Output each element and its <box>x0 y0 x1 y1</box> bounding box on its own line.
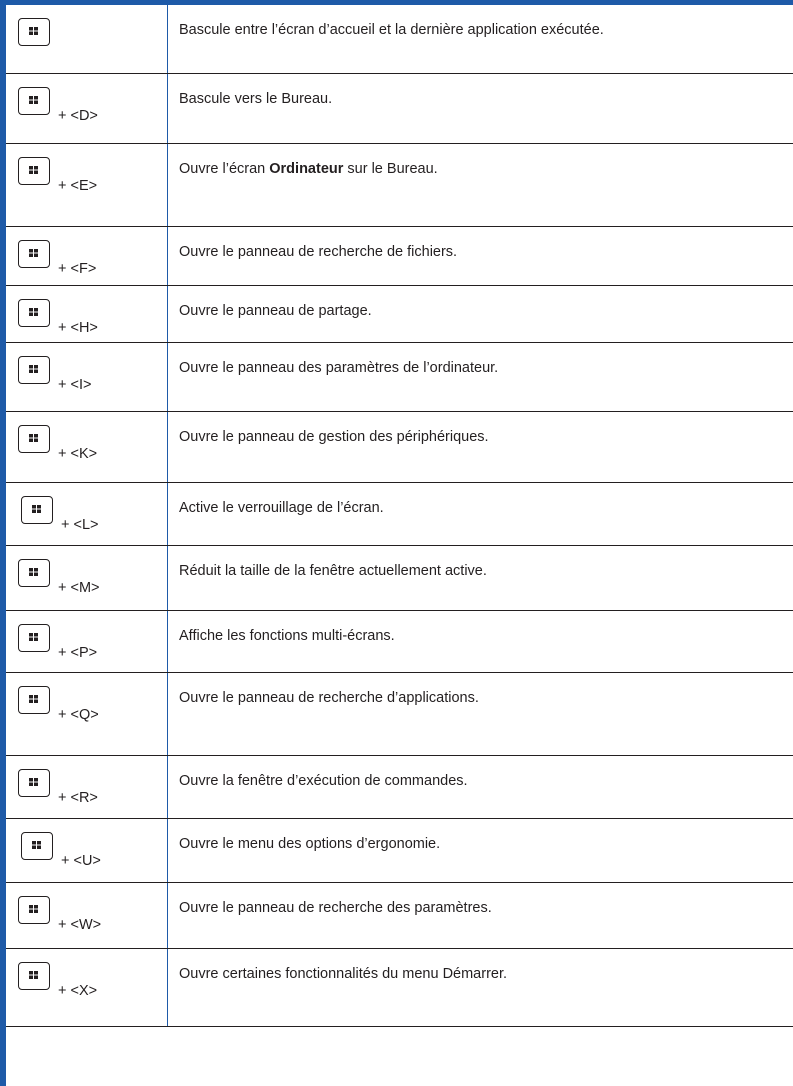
shortcut-description-text: Ouvre certaines fonctionnalités du menu … <box>179 965 508 982</box>
table-row: + <P> Affiche les fonctions multi-écrans… <box>6 610 793 673</box>
shortcut-description-text: Ouvre le panneau de recherche des paramè… <box>179 899 492 916</box>
shortcut-key-cell <box>6 5 168 74</box>
shortcut-description-text: Bascule entre l’écran d’accueil et la de… <box>179 22 604 38</box>
shortcut-description: Réduit la taille de la fenêtre actuellem… <box>167 545 793 611</box>
shortcut-key-cell: + <H> <box>6 285 168 343</box>
shortcut-description: Ouvre l’écran Ordinateur sur le Bureau. <box>167 143 793 227</box>
shortcut-description: Affiche les fonctions multi-écrans. <box>167 610 793 673</box>
shortcut-description: Ouvre certaines fonctionnalités du menu … <box>167 948 793 1027</box>
windows-key-icon <box>21 495 53 524</box>
shortcut-key-cell: + <F> <box>6 226 168 286</box>
windows-key-icon <box>18 558 50 587</box>
shortcut-key-label: + <D> <box>58 107 98 124</box>
shortcut-description-text: Active le verrouillage de l’écran. <box>179 499 384 516</box>
windows-key-icon <box>18 18 50 46</box>
shortcut-key-cell: + <Q> <box>6 672 168 756</box>
shortcut-description: Ouvre le panneau de recherche des paramè… <box>167 882 793 949</box>
shortcut-description-text: Ouvre le panneau de partage. <box>179 302 372 319</box>
shortcut-key-label: + <L> <box>61 516 99 533</box>
shortcut-key-cell: + <P> <box>6 610 168 673</box>
windows-key-icon <box>21 831 53 860</box>
windows-key-icon <box>18 355 50 384</box>
shortcut-key-label: + <W> <box>58 916 102 933</box>
table-row: + <H> Ouvre le panneau de partage. <box>6 285 793 343</box>
table-row: Bascule entre l’écran d’accueil et la de… <box>6 5 793 74</box>
windows-key-icon <box>18 86 50 115</box>
windows-key-icon <box>18 239 50 268</box>
table-row: + <Q> Ouvre le panneau de recherche d’ap… <box>6 672 793 756</box>
shortcut-description-text: Ouvre le panneau de gestion des périphér… <box>179 428 489 445</box>
table-row: + <W> Ouvre le panneau de recherche des … <box>6 882 793 949</box>
table-row: + <E> Ouvre l’écran Ordinateur sur le Bu… <box>6 143 793 227</box>
shortcut-description: Ouvre le panneau de recherche de fichier… <box>167 226 793 286</box>
shortcut-key-label: + <H> <box>58 319 98 336</box>
table-row: + <F> Ouvre le panneau de recherche de f… <box>6 226 793 286</box>
table-row: + <K> Ouvre le panneau de gestion des pé… <box>6 411 793 483</box>
shortcut-key-label: + <R> <box>58 789 98 806</box>
shortcut-key-label: + <Q> <box>58 706 99 723</box>
shortcut-key-cell: + <E> <box>6 143 168 227</box>
windows-key-icon <box>18 895 50 924</box>
shortcut-description-text: Réduit la taille de la fenêtre actuellem… <box>179 562 487 579</box>
shortcut-description-text: Ouvre le menu des options d’ergonomie. <box>179 835 441 852</box>
shortcut-description-text: Ouvre le panneau de recherche d’applicat… <box>179 689 479 706</box>
shortcut-table: Bascule entre l’écran d’accueil et la de… <box>6 5 793 1027</box>
shortcut-key-cell: + <R> <box>6 755 168 819</box>
shortcut-description-text: Ouvre le panneau des paramètres de l’ord… <box>179 359 499 376</box>
shortcut-description: Ouvre le panneau de recherche d’applicat… <box>167 672 793 756</box>
shortcut-key-label: + <P> <box>58 644 98 661</box>
shortcut-key-label: + <F> <box>58 260 97 277</box>
shortcut-description: Ouvre le panneau des paramètres de l’ord… <box>167 342 793 412</box>
table-row: + <I> Ouvre le panneau des paramètres de… <box>6 342 793 412</box>
description-part: Ouvre l’écran <box>179 160 270 177</box>
shortcut-description-text: Ouvre l’écran Ordinateur sur le Bureau. <box>179 161 438 177</box>
shortcut-key-cell: + <K> <box>6 411 168 483</box>
shortcut-description: Bascule entre l’écran d’accueil et la de… <box>167 5 793 74</box>
table-row: + <X> Ouvre certaines fonctionnalités du… <box>6 948 793 1027</box>
shortcut-description: Ouvre le panneau de partage. <box>167 285 793 343</box>
shortcut-description-text: Ouvre le panneau de recherche de fichier… <box>179 243 458 260</box>
shortcut-description: Ouvre le menu des options d’ergonomie. <box>167 818 793 883</box>
shortcut-key-label: + <M> <box>58 579 100 596</box>
shortcut-key-label: + <I> <box>58 376 92 393</box>
windows-key-icon <box>18 298 50 327</box>
shortcut-key-cell: + <U> <box>6 818 168 883</box>
windows-key-icon <box>18 623 50 652</box>
shortcut-key-cell: + <I> <box>6 342 168 412</box>
shortcut-key-label: + <E> <box>58 177 98 194</box>
windows-key-icon <box>18 424 50 453</box>
description-emphasis: Ordinateur <box>269 160 344 177</box>
shortcut-description-text: Ouvre la fenêtre d’exécution de commande… <box>179 772 468 789</box>
table-row: + <M> Réduit la taille de la fenêtre act… <box>6 545 793 611</box>
shortcut-description: Active le verrouillage de l’écran. <box>167 482 793 546</box>
table-row: + <D> Bascule vers le Bureau. <box>6 73 793 144</box>
shortcut-key-cell: + <M> <box>6 545 168 611</box>
shortcut-description: Ouvre la fenêtre d’exécution de commande… <box>167 755 793 819</box>
shortcut-key-cell: + <D> <box>6 73 168 144</box>
description-part: sur le Bureau. <box>343 160 438 177</box>
shortcut-description: Bascule vers le Bureau. <box>167 73 793 144</box>
windows-key-icon <box>18 768 50 797</box>
table-row: + <U> Ouvre le menu des options d’ergono… <box>6 818 793 883</box>
shortcut-description-text: Bascule vers le Bureau. <box>179 90 333 107</box>
shortcut-description: Ouvre le panneau de gestion des périphér… <box>167 411 793 483</box>
windows-key-icon <box>18 685 50 714</box>
windows-key-icon <box>18 156 50 185</box>
table-row: + <R> Ouvre la fenêtre d’exécution de co… <box>6 755 793 819</box>
shortcut-key-label: + <X> <box>58 982 98 999</box>
shortcut-key-cell: + <L> <box>6 482 168 546</box>
windows-key-icon <box>18 961 50 990</box>
shortcut-key-label: + <K> <box>58 445 98 462</box>
shortcut-key-label: + <U> <box>61 852 101 869</box>
table-row: + <L> Active le verrouillage de l’écran. <box>6 482 793 546</box>
shortcut-key-cell: + <X> <box>6 948 168 1027</box>
shortcut-key-cell: + <W> <box>6 882 168 949</box>
shortcut-description-text: Affiche les fonctions multi-écrans. <box>179 627 395 644</box>
